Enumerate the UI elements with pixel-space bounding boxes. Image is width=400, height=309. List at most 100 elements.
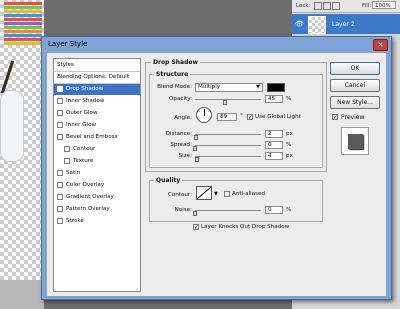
style-item-label: Blending Options: Default	[57, 74, 130, 80]
spread-field[interactable]: 0	[265, 141, 283, 149]
size-slider-thumb[interactable]	[194, 157, 199, 162]
checkmark-icon: ✓	[58, 87, 64, 94]
ok-button[interactable]: OK	[330, 62, 380, 75]
color-overlay-checkbox[interactable]	[57, 182, 63, 188]
drop-shadow-checkbox[interactable]: ✓	[57, 86, 63, 94]
style-preview-square	[348, 134, 363, 149]
style-item-inner-glow[interactable]: Inner Glow	[54, 120, 140, 131]
styles-header[interactable]: Styles	[54, 60, 140, 71]
degree-unit: °	[240, 113, 243, 119]
lock-pixels-icon[interactable]	[323, 2, 331, 10]
style-item-blending-options[interactable]: Blending Options: Default	[54, 72, 140, 83]
opacity-slider-thumb[interactable]	[222, 100, 227, 105]
stripe-art	[4, 6, 42, 9]
style-item-label: Bevel and Emboss	[66, 134, 118, 140]
lock-position-icon[interactable]	[332, 2, 340, 10]
texture-checkbox[interactable]	[64, 158, 70, 164]
blend-mode-select[interactable]: Multiply ▼	[195, 83, 263, 92]
style-item-pattern-overlay[interactable]: Pattern Overlay	[54, 204, 140, 215]
shadow-color-swatch[interactable]	[267, 83, 285, 92]
style-item-color-overlay[interactable]: Color Overlay	[54, 180, 140, 191]
angle-dial[interactable]	[196, 107, 212, 123]
style-item-satin[interactable]: Satin	[54, 168, 140, 179]
document-canvas	[0, 0, 44, 309]
drop-shadow-title: Drop Shadow	[151, 59, 201, 66]
knockout-label: Layer Knocks Out Drop Shadow	[201, 224, 290, 230]
style-item-label: Stroke	[66, 218, 84, 224]
spread-label: Spread:	[170, 142, 192, 148]
style-item-label: Gradient Overlay	[66, 194, 114, 200]
styles-header-label: Styles	[57, 62, 74, 68]
noise-label: Noise:	[174, 207, 192, 213]
contour-checkbox[interactable]	[64, 146, 70, 152]
contour-picker[interactable]	[196, 186, 212, 200]
distance-slider[interactable]	[195, 134, 261, 135]
stripe-art	[4, 10, 42, 13]
pattern-overlay-checkbox[interactable]	[57, 206, 63, 212]
distance-field[interactable]: 2	[265, 130, 283, 138]
style-item-label: Satin	[66, 170, 81, 176]
dialog-title-bar[interactable]: Layer Style ✕	[42, 37, 391, 51]
angle-field[interactable]: 89	[217, 113, 237, 121]
lock-label: Lock:	[296, 3, 311, 9]
style-item-label: Texture	[73, 158, 94, 164]
layer-style-dialog: Layer Style ✕ Styles Blending Options: D…	[41, 36, 392, 300]
stripe-art	[4, 2, 42, 5]
stripe-art	[4, 30, 42, 33]
opacity-field[interactable]: 45	[265, 95, 283, 103]
snowman-illustration	[0, 90, 24, 162]
contour-dropdown-icon[interactable]: ▼	[214, 191, 218, 197]
outer-glow-checkbox[interactable]	[57, 110, 63, 116]
lock-transparency-icon[interactable]	[314, 2, 322, 10]
inner-glow-checkbox[interactable]	[57, 122, 63, 128]
style-item-texture[interactable]: Texture	[54, 156, 140, 167]
style-item-label: Color Overlay	[66, 182, 105, 188]
noise-slider[interactable]	[195, 210, 261, 211]
style-item-drop-shadow[interactable]: ✓ Drop Shadow	[54, 84, 140, 95]
distance-unit: px	[286, 131, 293, 137]
layers-header: Lock: Fill: 100%	[292, 0, 400, 13]
style-item-stroke[interactable]: Stroke	[54, 216, 140, 227]
cancel-button[interactable]: Cancel	[330, 79, 380, 92]
stroke-checkbox[interactable]	[57, 218, 63, 224]
satin-checkbox[interactable]	[57, 170, 63, 176]
style-item-contour[interactable]: Contour	[54, 144, 140, 155]
contour-curve-icon	[197, 187, 211, 199]
dialog-body: Styles Blending Options: Default ✓ Drop S…	[46, 52, 387, 297]
use-global-light-checkbox[interactable]: ✓	[247, 114, 253, 121]
opacity-unit: %	[286, 96, 292, 102]
eye-icon[interactable]: 👁	[295, 20, 304, 28]
stripe-art	[4, 14, 42, 17]
spread-slider-thumb[interactable]	[193, 146, 197, 151]
gradient-overlay-checkbox[interactable]	[57, 194, 63, 200]
fill-field[interactable]: 100%	[372, 1, 396, 9]
preview-checkbox[interactable]: ✓	[332, 114, 339, 121]
layer-row-layer-2[interactable]: 👁 Layer 2	[292, 14, 400, 34]
distance-slider-thumb[interactable]	[194, 135, 199, 140]
style-item-outer-glow[interactable]: Outer Glow	[54, 108, 140, 119]
knockout-checkbox[interactable]: ✓	[193, 224, 200, 231]
close-button[interactable]: ✕	[373, 39, 388, 51]
style-item-label: Inner Shadow	[66, 98, 105, 104]
blend-mode-value: Multiply	[198, 84, 221, 90]
size-slider[interactable]	[195, 156, 261, 157]
angle-needle	[204, 109, 205, 116]
style-item-label: Outer Glow	[66, 110, 98, 116]
spread-slider[interactable]	[195, 145, 261, 146]
checkmark-icon: ✓	[333, 114, 339, 121]
stripe-art	[4, 34, 42, 37]
style-item-gradient-overlay[interactable]: Gradient Overlay	[54, 192, 140, 203]
bevel-and-emboss-checkbox[interactable]	[57, 134, 63, 140]
fill-label: Fill:	[362, 3, 372, 9]
style-item-bevel-and-emboss[interactable]: Bevel and Emboss	[54, 132, 140, 143]
style-item-inner-shadow[interactable]: Inner Shadow	[54, 96, 140, 107]
quality-title: Quality	[154, 177, 183, 184]
opacity-slider[interactable]	[195, 99, 261, 100]
size-field[interactable]: 4	[265, 152, 283, 160]
anti-aliased-checkbox[interactable]	[224, 191, 230, 197]
noise-slider-thumb[interactable]	[193, 211, 197, 216]
noise-field[interactable]: 0	[265, 206, 283, 214]
checkmark-icon: ✓	[194, 224, 200, 231]
inner-shadow-checkbox[interactable]	[57, 98, 63, 104]
new-style-button[interactable]: New Style...	[330, 96, 380, 109]
